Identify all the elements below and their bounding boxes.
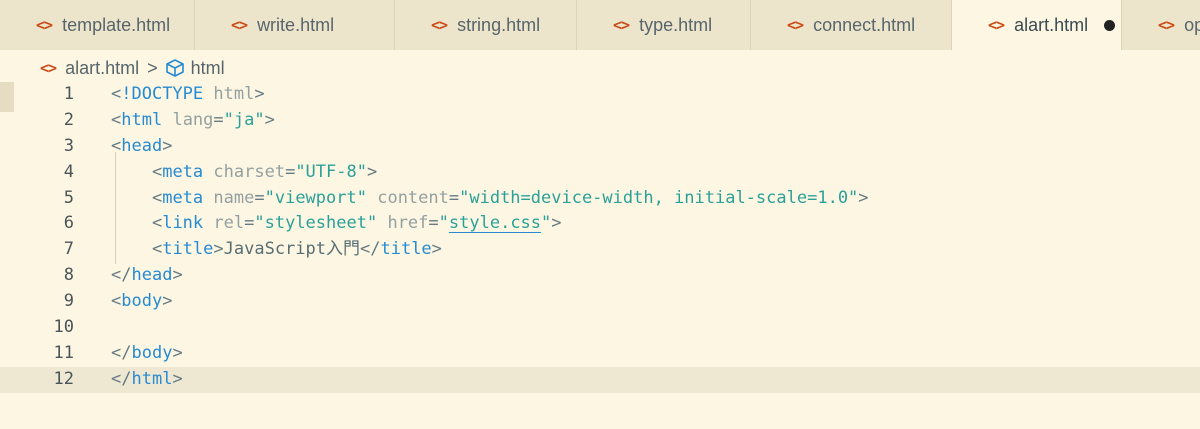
html-file-icon: <> xyxy=(787,16,804,34)
html-file-icon: <> xyxy=(1158,16,1175,34)
html-file-icon: <> xyxy=(613,16,630,34)
code-text[interactable]: <meta name="viewport" content="width=dev… xyxy=(111,186,869,212)
code-text[interactable]: </html> xyxy=(111,367,183,393)
line-number: 6 xyxy=(63,213,74,234)
code-text[interactable]: </body> xyxy=(111,341,183,367)
indent-guide xyxy=(115,152,116,264)
tab-alart-html[interactable]: <> alart.html xyxy=(952,0,1122,50)
line-number: 3 xyxy=(63,135,74,156)
unsaved-dot-icon[interactable] xyxy=(1104,19,1116,31)
html-file-icon: <> xyxy=(36,16,53,34)
tab-label: alart.html xyxy=(1014,14,1089,35)
code-text[interactable]: <!DOCTYPE html> xyxy=(111,82,265,108)
code-text[interactable]: <title>JavaScript入門</title> xyxy=(111,237,442,263)
code-editor[interactable]: 1 <!DOCTYPE html> 2 <html lang="ja"> 3 <head>… xyxy=(0,82,1200,393)
line-number: 4 xyxy=(63,161,74,182)
line-number: 10 xyxy=(53,317,74,338)
code-line[interactable]: 2 <html lang="ja"> xyxy=(0,108,1200,134)
code-text[interactable]: <html lang="ja"> xyxy=(111,108,275,134)
html-file-icon: <> xyxy=(231,16,248,34)
code-line[interactable]: 8 </head> xyxy=(0,263,1200,289)
tab-write-html[interactable]: <> write.html xyxy=(195,0,395,50)
line-number: 7 xyxy=(63,239,74,260)
line-number: 8 xyxy=(63,265,74,286)
code-text[interactable]: <link rel="stylesheet" href="style.css"> xyxy=(111,211,562,237)
breadcrumb-symbol[interactable]: html xyxy=(191,58,225,79)
tab-type-html[interactable]: <> type.html xyxy=(577,0,751,50)
tab-label: string.html xyxy=(457,14,541,35)
code-line[interactable]: 9 <body> xyxy=(0,289,1200,315)
code-line[interactable]: 5 <meta name="viewport" content="width=d… xyxy=(0,186,1200,212)
cube-icon xyxy=(165,59,184,77)
html-file-icon: <> xyxy=(431,16,448,34)
tab-label: connect.html xyxy=(813,14,916,35)
line-number: 12 xyxy=(53,368,74,389)
tab-string-html[interactable]: <> string.html xyxy=(395,0,577,50)
breadcrumb-file[interactable]: alart.html xyxy=(65,58,139,79)
code-line[interactable]: 10 xyxy=(0,315,1200,341)
html-file-icon: <> xyxy=(988,16,1005,34)
code-text[interactable]: <head> xyxy=(111,134,172,160)
code-line[interactable]: 6 <link rel="stylesheet" href="style.css… xyxy=(0,211,1200,237)
breadcrumb-separator: > xyxy=(147,57,158,78)
line-number: 11 xyxy=(53,342,74,363)
line-number: 5 xyxy=(63,187,74,208)
html-file-icon: <> xyxy=(40,59,57,77)
tab-template-html[interactable]: <> template.html xyxy=(0,0,195,50)
tab-label: write.html xyxy=(257,14,335,35)
tab-bar: <> template.html <> write.html <> string.html… xyxy=(0,0,1200,50)
line-number: 9 xyxy=(63,291,74,312)
tab-label: type.html xyxy=(639,14,713,35)
code-text[interactable]: <meta charset="UTF-8"> xyxy=(111,160,377,186)
code-line[interactable]: 4 <meta charset="UTF-8"> xyxy=(0,160,1200,186)
code-line[interactable]: 7 <title>JavaScript入門</title> xyxy=(0,237,1200,263)
code-line[interactable]: 11 </body> xyxy=(0,341,1200,367)
code-line[interactable]: 1 <!DOCTYPE html> xyxy=(0,82,1200,108)
tab-connect-html[interactable]: <> connect.html xyxy=(751,0,952,50)
code-text[interactable]: <body> xyxy=(111,289,172,315)
line-number: 2 xyxy=(63,109,74,130)
line-number: 1 xyxy=(63,84,74,104)
tab-label: ope xyxy=(1184,14,1200,35)
breadcrumb: <> alart.html > html xyxy=(40,55,225,81)
code-text[interactable]: </head> xyxy=(111,263,183,289)
code-line[interactable]: 3 <head> xyxy=(0,134,1200,160)
tab-label: template.html xyxy=(62,14,171,35)
code-line[interactable]: 12 </html> xyxy=(0,366,1200,393)
tab-ope[interactable]: <> ope xyxy=(1122,0,1200,50)
